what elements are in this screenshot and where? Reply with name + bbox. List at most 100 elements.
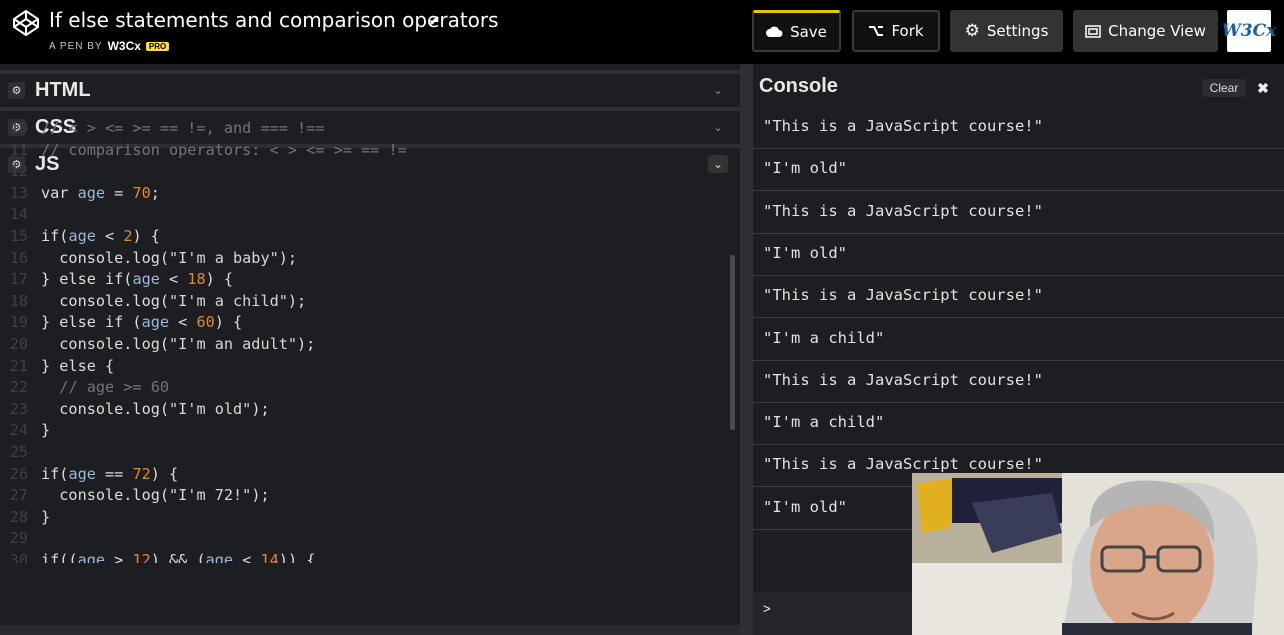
line-number: 10	[9, 119, 28, 137]
line-number: 21	[9, 356, 28, 375]
line-number: 24	[9, 421, 28, 440]
html-editor-header[interactable]: ⚙ HTML ⌄	[0, 70, 740, 106]
line-number: 16	[9, 248, 28, 267]
codepen-logo-icon[interactable]	[12, 9, 40, 37]
code-line[interactable]: 18 console.log("I'm a child");	[0, 291, 306, 312]
chevron-down-icon[interactable]: ⌄	[708, 81, 728, 99]
cloud-icon	[766, 26, 783, 37]
close-icon[interactable]: ✖	[1253, 78, 1273, 98]
code-text: if((age > 12) && (age < 14)) {	[41, 551, 316, 563]
code-line[interactable]: 14	[0, 204, 41, 225]
code-line[interactable]: 11 // comparison operators: < > <= >= == …	[0, 140, 407, 161]
gear-icon: ⚙	[964, 21, 980, 41]
line-number: 25	[9, 443, 28, 461]
code-text: console.log("I'm an adult");	[41, 335, 316, 353]
console-log-entry: "This is a JavaScript course!"	[753, 360, 1284, 403]
console-header: Console Clear ✖	[753, 64, 1284, 108]
code-line[interactable]: 29	[0, 528, 41, 549]
w3cx-logo[interactable]: W3Cx	[1222, 10, 1276, 52]
code-text: var age = 70;	[41, 183, 160, 202]
js-code-editor[interactable]: 10 // < > <= >= == !=, and === !== 11 // co…	[0, 118, 730, 563]
code-line[interactable]: 30 if((age > 12) && (age < 14)) {	[0, 550, 316, 563]
author-link[interactable]: W3Cx	[108, 39, 141, 53]
settings-button[interactable]: ⚙ Settings	[950, 10, 1063, 52]
line-number: 17	[9, 270, 28, 289]
code-text: console.log("I'm old");	[41, 399, 270, 418]
line-number: 27	[9, 486, 28, 505]
code-line[interactable]: 19 } else if (age < 60) {	[0, 312, 243, 333]
code-line[interactable]: 17 } else if(age < 18) {	[0, 269, 233, 290]
change-view-label: Change View	[1108, 22, 1206, 40]
code-text: } else {	[41, 356, 115, 375]
code-text: console.log("I'm 72!");	[41, 486, 270, 505]
console-log-entry: "I'm old"	[753, 233, 1284, 276]
editor-scrollbar[interactable]	[730, 255, 735, 430]
line-number: 29	[9, 529, 28, 548]
console-log-entry: "I'm a child"	[753, 402, 1284, 446]
top-bar: If else statements and comparison operat…	[0, 0, 1284, 64]
line-number: 30	[9, 551, 28, 563]
line-number: 18	[9, 291, 28, 310]
layout-icon	[1085, 24, 1101, 38]
line-number: 28	[9, 507, 28, 526]
pro-badge: PRO	[145, 41, 170, 51]
code-text: } else if (age < 60) {	[41, 313, 243, 332]
code-line[interactable]: 28}	[0, 507, 50, 528]
pencil-edit-icon[interactable]	[428, 14, 441, 27]
code-text: if(age == 72) {	[41, 464, 179, 483]
fork-label: Fork	[891, 22, 924, 40]
code-text: } else if(age < 18) {	[41, 270, 234, 289]
code-text: if(age < 2) {	[41, 227, 160, 245]
code-line[interactable]: 25	[0, 442, 41, 463]
code-text: }	[41, 507, 51, 526]
code-line[interactable]: 16 console.log("I'm a baby");	[0, 248, 297, 269]
line-number: 12	[9, 162, 28, 181]
code-line[interactable]: 21 } else {	[0, 356, 114, 377]
fork-button[interactable]: Fork	[852, 10, 940, 52]
byline-prefix: A PEN BY	[49, 40, 103, 52]
webcam-presenter-video	[912, 473, 1284, 635]
line-number: 22	[9, 378, 28, 397]
code-text: }	[41, 421, 51, 440]
console-log-entry: "I'm a child"	[753, 318, 1284, 361]
code-text: // < > <= >= == !=, and === !==	[41, 119, 325, 137]
html-editor-title: HTML	[35, 78, 91, 101]
code-line[interactable]: 12	[0, 161, 41, 182]
code-line[interactable]: 20 console.log("I'm an adult");	[0, 334, 316, 355]
console-log-entry: "I'm old"	[753, 148, 1284, 192]
line-number: 23	[9, 399, 28, 418]
code-line[interactable]: 24}	[0, 420, 50, 441]
line-number: 13	[9, 183, 28, 202]
code-line[interactable]: 22 // age >= 60	[0, 377, 169, 398]
console-log-entry: "This is a JavaScript course!"	[753, 191, 1284, 234]
save-label: Save	[790, 22, 827, 41]
code-line[interactable]: 15 if(age < 2) {	[0, 226, 160, 247]
line-number: 19	[9, 313, 28, 332]
code-text: console.log("I'm a baby");	[41, 248, 298, 267]
line-number: 20	[9, 335, 28, 353]
editor-horizontal-scrollbar[interactable]	[0, 625, 740, 635]
gear-icon[interactable]: ⚙	[8, 81, 25, 99]
panel-resize-handle[interactable]	[740, 64, 753, 635]
fork-icon	[869, 26, 884, 36]
code-line[interactable]: 10 // < > <= >= == !=, and === !==	[0, 118, 325, 139]
code-line[interactable]: 13 var age = 70;	[0, 183, 160, 204]
code-line[interactable]: 27 console.log("I'm 72!");	[0, 485, 270, 506]
code-text: // age >= 60	[59, 378, 170, 397]
line-number: 14	[9, 205, 28, 224]
code-line[interactable]: 26 if(age == 72) {	[0, 464, 178, 485]
settings-label: Settings	[986, 22, 1049, 40]
line-number: 11	[9, 140, 28, 159]
code-line[interactable]: 23 console.log("I'm old");	[0, 399, 270, 420]
console-log-entry: "This is a JavaScript course!"	[753, 106, 1284, 149]
save-button[interactable]: Save	[752, 10, 841, 52]
line-number: 26	[9, 464, 28, 483]
console-title: Console	[759, 75, 838, 97]
code-text: // comparison operators: < > <= >= == !=	[41, 140, 407, 159]
console-log-entry: "This is a JavaScript course!"	[753, 275, 1284, 319]
line-number: 15	[9, 227, 28, 245]
pen-byline: A PEN BY W3Cx PRO	[49, 39, 170, 53]
clear-console-button[interactable]: Clear	[1202, 79, 1246, 97]
change-view-button[interactable]: Change View	[1073, 10, 1218, 52]
code-text: console.log("I'm a child");	[41, 291, 307, 310]
